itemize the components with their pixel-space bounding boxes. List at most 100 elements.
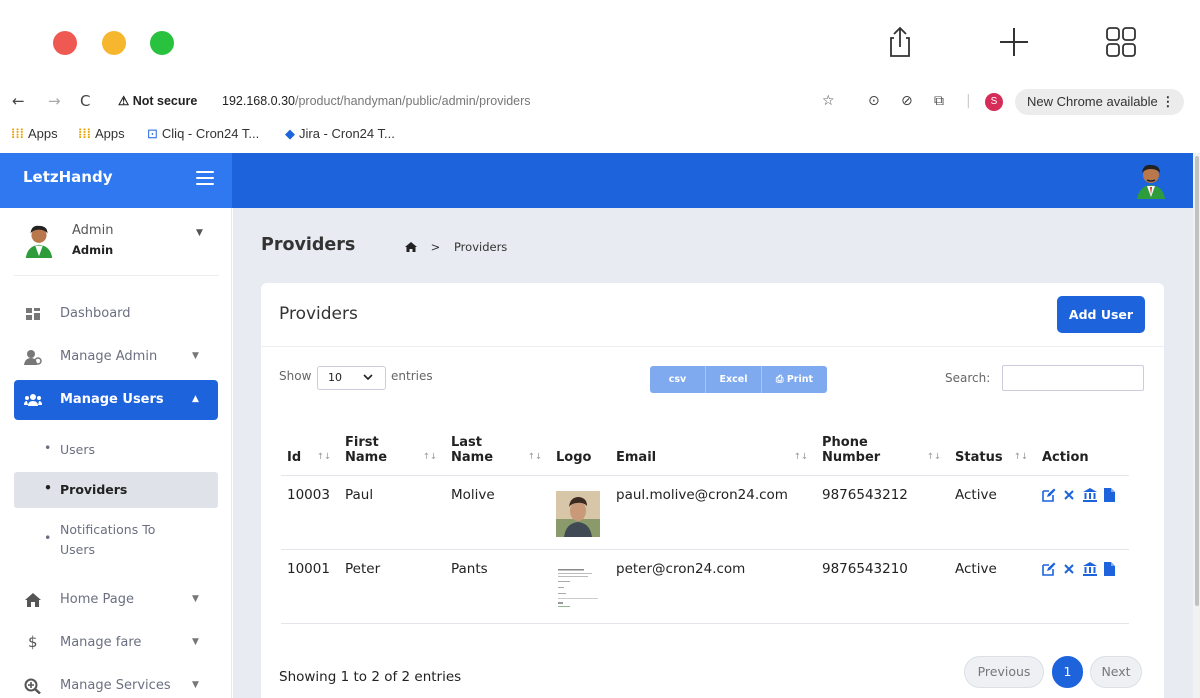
tab-overview-icon[interactable] xyxy=(1104,25,1138,59)
profile-avatar[interactable]: S xyxy=(985,93,1003,111)
close-window-button[interactable] xyxy=(53,31,77,55)
table-header-row: Id ↑↓ First Name ↑↓ Last Name ↑↓ Logo Email… xyxy=(281,423,1129,476)
brand-name[interactable]: LetzHandy xyxy=(23,168,113,186)
search-label: Search: xyxy=(945,371,991,385)
document-icon[interactable] xyxy=(1103,561,1115,576)
search-input[interactable] xyxy=(1002,365,1144,391)
chrome-update-button[interactable]: New Chrome available ⋮ xyxy=(1015,89,1185,115)
bookmark-star-icon[interactable]: ☆ xyxy=(822,93,835,109)
export-buttons: csv Excel ⎙ Print xyxy=(650,366,827,393)
address-bar: ← → C ⚠ Not secure 192.168.0.30/product/… xyxy=(0,88,1200,116)
sort-icon: ↑↓ xyxy=(926,451,941,462)
print-button[interactable]: ⎙ Print xyxy=(762,366,827,393)
extension-2-icon[interactable]: ⊘ xyxy=(901,93,913,109)
providers-table: Id ↑↓ First Name ↑↓ Last Name ↑↓ Logo Email… xyxy=(281,423,1129,624)
bookmark-jira[interactable]: ◆ Jira - Cron24 T... xyxy=(285,126,395,142)
chevron-down-icon: ▼ xyxy=(192,594,199,604)
chevron-down-icon[interactable]: ▼ xyxy=(196,228,203,238)
minimize-window-button[interactable] xyxy=(102,31,126,55)
pagination-previous[interactable]: Previous xyxy=(964,656,1044,688)
excel-button[interactable]: Excel xyxy=(706,366,761,393)
sidebar-item-home-page[interactable]: Home Page ▼ xyxy=(14,580,218,620)
csv-button[interactable]: csv xyxy=(650,366,705,393)
apps-grid-icon: ⁞⁞⁞ xyxy=(11,126,24,141)
puzzle-icon[interactable]: ⧉ xyxy=(934,93,944,109)
provider-logo-photo xyxy=(556,490,600,537)
edit-icon[interactable] xyxy=(1042,562,1056,576)
pagination-next[interactable]: Next xyxy=(1090,656,1142,688)
share-icon[interactable] xyxy=(883,25,917,59)
scrollbar-thumb[interactable] xyxy=(1195,156,1199,606)
sidebar-item-manage-admin[interactable]: Manage Admin ▼ xyxy=(14,337,218,377)
breadcrumb-separator: > xyxy=(430,240,441,254)
entries-select[interactable]: 10 xyxy=(317,366,386,390)
sidebar-subitem-users[interactable]: • Users xyxy=(14,440,218,464)
sidebar-item-manage-fare[interactable]: $ Manage fare ▼ xyxy=(14,623,218,663)
chevron-down-icon xyxy=(363,374,373,381)
bookmark-cliq[interactable]: ⊡ Cliq - Cron24 T... xyxy=(147,126,259,142)
table-info: Showing 1 to 2 of 2 entries xyxy=(279,669,462,685)
column-header-phone[interactable]: Phone Number ↑↓ xyxy=(816,423,949,476)
sidebar: Admin Admin ▼ Dashboard Manage Admin ▼ M… xyxy=(0,208,232,698)
home-icon[interactable] xyxy=(405,242,417,252)
hamburger-menu-icon[interactable] xyxy=(196,171,214,185)
user-avatar-icon[interactable] xyxy=(1133,161,1169,199)
url-field[interactable]: 192.168.0.30/product/handyman/public/adm… xyxy=(222,94,531,108)
new-tab-icon[interactable] xyxy=(997,25,1031,59)
chevron-down-icon: ▼ xyxy=(192,637,199,647)
users-icon xyxy=(24,394,42,406)
printer-icon: ⎙ xyxy=(775,374,784,385)
column-header-id[interactable]: Id ↑↓ xyxy=(281,423,339,476)
sort-icon: ↑↓ xyxy=(793,451,808,462)
edit-icon[interactable] xyxy=(1042,488,1056,502)
not-secure-indicator[interactable]: ⚠ Not secure xyxy=(118,93,197,108)
sidebar-user[interactable]: Admin Admin ▼ xyxy=(14,218,219,276)
bank-icon[interactable] xyxy=(1082,487,1097,502)
delete-icon[interactable] xyxy=(1063,563,1075,575)
bookmark-apps[interactable]: ⁞⁞⁞ Apps xyxy=(11,126,58,141)
forward-icon[interactable]: → xyxy=(48,92,61,110)
apps-grid-icon: ⁞⁞⁞ xyxy=(78,126,91,141)
search-plus-icon xyxy=(24,678,41,694)
column-header-status[interactable]: Status ↑↓ xyxy=(949,423,1036,476)
column-header-last-name[interactable]: Last Name ↑↓ xyxy=(445,423,550,476)
jira-icon: ◆ xyxy=(285,126,295,141)
divider: | xyxy=(966,93,971,109)
breadcrumb-current: Providers xyxy=(453,240,508,254)
table-row: 10001 Peter Pants peter@cron24.com 98765… xyxy=(281,549,1129,624)
sort-icon: ↑↓ xyxy=(422,451,437,462)
sidebar-item-dashboard[interactable]: Dashboard xyxy=(14,294,218,334)
column-header-email[interactable]: Email ↑↓ xyxy=(610,423,816,476)
chevron-down-icon: ▼ xyxy=(192,351,199,361)
warning-icon: ⚠ xyxy=(118,94,130,108)
kebab-menu-icon: ⋮ xyxy=(1161,94,1175,109)
bank-icon[interactable] xyxy=(1082,561,1097,576)
cliq-icon: ⊡ xyxy=(147,126,158,141)
home-icon xyxy=(25,593,41,607)
pagination-page-1[interactable]: 1 xyxy=(1052,656,1083,688)
sidebar-subitem-notifications[interactable]: • Notifications To Users xyxy=(14,520,218,562)
sort-icon: ↑↓ xyxy=(1013,451,1028,462)
window-titlebar xyxy=(0,0,1200,88)
add-user-button[interactable]: Add User xyxy=(1057,296,1145,333)
column-header-first-name[interactable]: First Name ↑↓ xyxy=(339,423,445,476)
document-icon[interactable] xyxy=(1103,487,1115,502)
extension-icon[interactable]: ⊙ xyxy=(868,93,880,109)
sidebar-item-manage-services[interactable]: Manage Services ▼ xyxy=(14,666,218,698)
breadcrumb: > Providers xyxy=(405,240,507,254)
delete-icon[interactable] xyxy=(1063,489,1075,501)
zoom-window-button[interactable] xyxy=(150,31,174,55)
providers-card: Providers Add User Show 10 entries csv E… xyxy=(261,283,1164,698)
sidebar-item-manage-users[interactable]: Manage Users ▲ xyxy=(14,380,218,420)
brand-area: LetzHandy xyxy=(0,153,232,208)
bookmark-apps-2[interactable]: ⁞⁞⁞ Apps xyxy=(78,126,125,141)
admin-avatar-icon xyxy=(25,225,53,258)
sort-icon: ↑↓ xyxy=(316,451,331,462)
dashboard-icon xyxy=(26,308,40,320)
table-row: 10003 Paul Molive paul.molive@cron24.com… xyxy=(281,475,1129,550)
sidebar-subitem-providers[interactable]: • Providers xyxy=(14,472,218,508)
reload-icon[interactable]: C xyxy=(80,92,90,110)
back-icon[interactable]: ← xyxy=(12,92,25,110)
app-header: LetzHandy xyxy=(0,153,1200,208)
show-label: Show xyxy=(279,369,312,383)
